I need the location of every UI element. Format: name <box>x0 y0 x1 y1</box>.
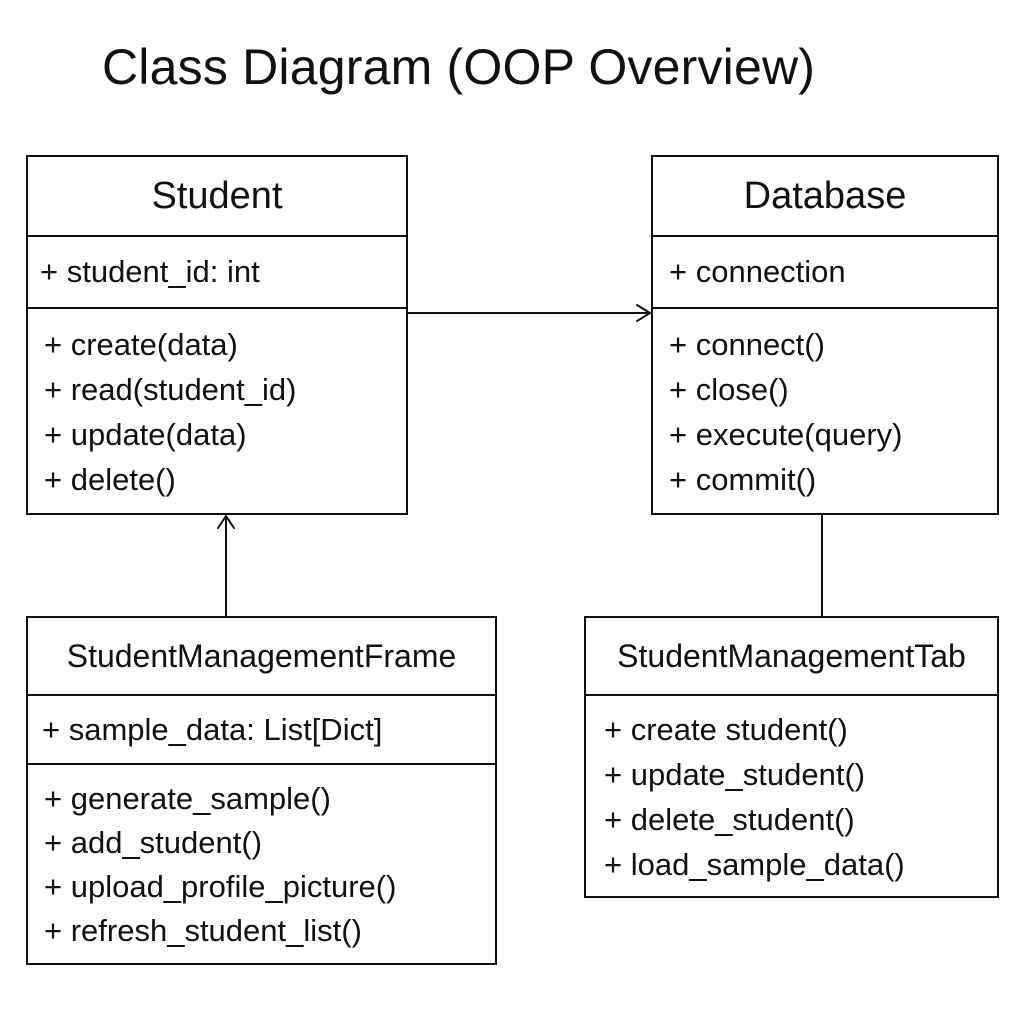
method: + update_student() <box>604 757 866 792</box>
method: + execute(query) <box>669 417 903 452</box>
method: + connect() <box>669 327 825 362</box>
attribute: + sample_data: List[Dict] <box>42 711 383 747</box>
class-database: Database + connection + connect() + clos… <box>651 155 999 515</box>
attribute: + connection <box>669 254 846 289</box>
method: + generate_sample() <box>44 781 331 816</box>
method: + refresh_student_list() <box>44 913 362 948</box>
class-name: StudentManagementTab <box>586 618 997 696</box>
methods-section: + generate_sample() + add_student() + up… <box>28 765 495 957</box>
attributes-section: + connection <box>653 237 997 309</box>
class-student: Student + student_id: int + create(data)… <box>26 155 408 515</box>
methods-section: + create(data) + read(student_id) + upda… <box>28 309 406 507</box>
diagram-title: Class Diagram (OOP Overview) <box>102 39 816 95</box>
method: + read(student_id) <box>44 372 297 407</box>
method: + close() <box>669 372 789 407</box>
class-student-management-frame: StudentManagementFrame + sample_data: Li… <box>26 616 497 965</box>
attributes-section: + student_id: int <box>28 237 406 309</box>
method: + commit() <box>669 462 817 497</box>
method: + load_sample_data() <box>604 847 905 882</box>
class-name: StudentManagementFrame <box>28 618 495 696</box>
method: + update(data) <box>44 417 247 452</box>
attribute: + student_id: int <box>40 254 260 289</box>
attributes-section: + sample_data: List[Dict] <box>28 696 495 765</box>
class-student-management-tab: StudentManagementTab + create student() … <box>584 616 999 898</box>
class-name: Database <box>653 157 997 237</box>
method: + add_student() <box>44 825 263 860</box>
method: + upload_profile_picture() <box>44 869 397 904</box>
methods-section: + connect() + close() + execute(query) +… <box>653 309 997 507</box>
arrowhead-database <box>636 304 651 322</box>
method: + create student() <box>604 712 848 747</box>
methods-section: + create student() + update_student() + … <box>586 696 997 892</box>
method: + delete() <box>44 462 176 497</box>
method: + create(data) <box>44 327 238 362</box>
class-name: Student <box>28 157 406 237</box>
method: + delete_student() <box>604 802 855 837</box>
arrowhead-student <box>217 515 235 529</box>
